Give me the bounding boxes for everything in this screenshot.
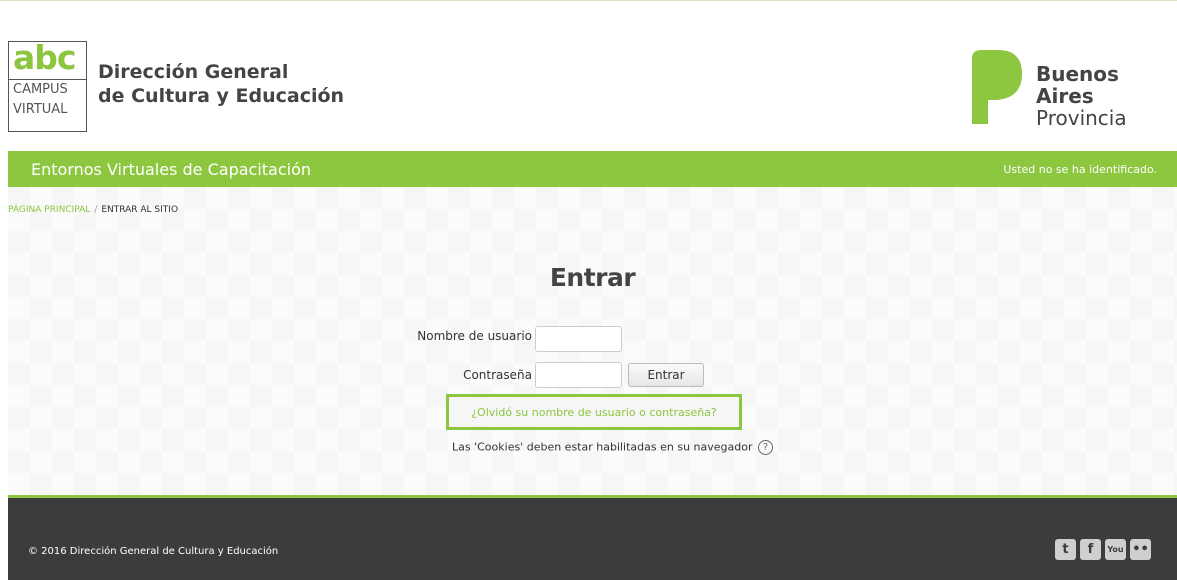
province-name: Buenos Aires Provincia	[1036, 63, 1177, 129]
twitter-icon[interactable]: t	[1055, 539, 1076, 560]
site-footer: © 2016 Dirección General de Cultura y Ed…	[8, 498, 1177, 580]
logo-campus-text: CAMPUS	[13, 82, 68, 97]
page-title: Entrar	[549, 263, 636, 292]
login-info: Usted no se ha identificado.	[1003, 163, 1157, 176]
site-header: abc CAMPUS VIRTUAL Dirección General de …	[0, 8, 1177, 151]
help-icon[interactable]: ?	[758, 440, 773, 455]
main-content: PÁGINA PRINCIPAL / ENTRAR AL SITIO Entrar …	[8, 187, 1177, 495]
top-border	[0, 0, 1177, 8]
breadcrumb-separator: /	[94, 205, 98, 215]
top-navbar: Entornos Virtuales de Capacitación Usted…	[8, 151, 1177, 187]
org-title-line2: de Cultura y Educación	[98, 85, 345, 107]
username-label: Nombre de usuario	[417, 329, 532, 343]
abc-campus-virtual-logo[interactable]: abc CAMPUS VIRTUAL	[8, 38, 87, 132]
buenos-aires-provincia-logo-icon	[972, 50, 1022, 124]
youtube-icon[interactable]: You	[1105, 539, 1126, 560]
breadcrumb-home-link[interactable]: PÁGINA PRINCIPAL	[8, 205, 90, 215]
abc-logo-text: abc	[13, 38, 76, 77]
province-line1: Buenos Aires	[1036, 62, 1119, 108]
login-button[interactable]: Entrar	[628, 363, 704, 387]
logo-divider	[9, 79, 86, 80]
username-input[interactable]	[535, 326, 622, 352]
org-title-line1: Dirección General	[98, 61, 289, 83]
flickr-icon[interactable]: ••	[1130, 539, 1151, 560]
password-input[interactable]	[535, 362, 622, 388]
logo-virtual-text: VIRTUAL	[13, 102, 68, 117]
copyright-text: © 2016 Dirección General de Cultura y Ed…	[28, 546, 279, 557]
site-name-link[interactable]: Entornos Virtuales de Capacitación	[31, 160, 311, 179]
breadcrumb-current: ENTRAR AL SITIO	[101, 205, 179, 215]
cookies-notice-text: Las 'Cookies' deben estar habilitadas en…	[452, 440, 753, 454]
facebook-icon[interactable]: f	[1080, 539, 1101, 560]
org-title: Dirección General de Cultura y Educación	[98, 60, 344, 108]
cookies-notice: Las 'Cookies' deben estar habilitadas en…	[452, 440, 773, 455]
password-label: Contraseña	[463, 368, 532, 382]
forgot-password-link[interactable]: ¿Olvidó su nombre de usuario o contraseñ…	[449, 406, 739, 419]
province-line2: Provincia	[1036, 106, 1127, 130]
breadcrumb: PÁGINA PRINCIPAL / ENTRAR AL SITIO	[8, 205, 178, 215]
forgot-password-highlight: ¿Olvidó su nombre de usuario o contraseñ…	[446, 394, 742, 430]
